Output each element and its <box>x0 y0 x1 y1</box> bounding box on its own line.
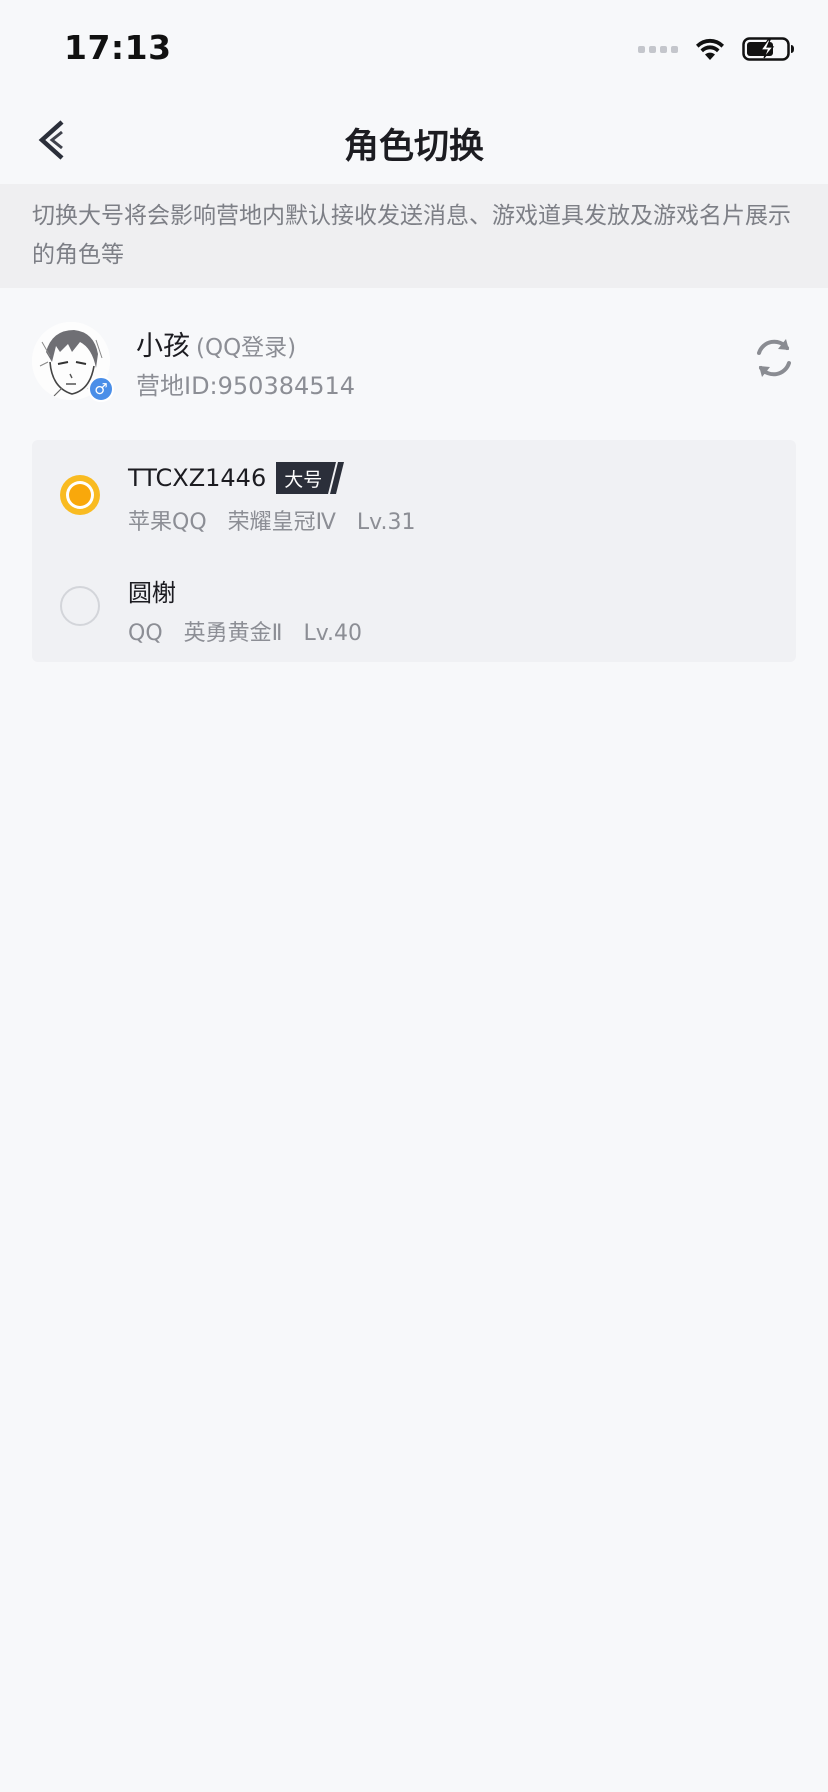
refresh-icon <box>757 339 791 377</box>
radio-selected[interactable] <box>60 475 100 515</box>
account-profile: ♂ 小孩 (QQ登录) 营地ID:950384514 <box>0 312 828 412</box>
profile-name-line: 小孩 (QQ登录) <box>136 324 296 363</box>
role-rank: 英勇黄金Ⅱ <box>183 621 283 646</box>
tag-slash-decoration <box>322 462 345 494</box>
navigation-bar: 角色切换 <box>0 100 828 180</box>
radio-unselected[interactable] <box>60 586 100 626</box>
role-level: Lv.40 <box>303 621 363 646</box>
role-list: TTCXZ1446 大号 苹果QQ 荣耀皇冠Ⅳ Lv.31 圆榭 QQ 英勇黄金… <box>32 440 796 662</box>
role-switch-page: 17:13 角色切换 切换大号将会影响营地内默认接收发送消息、游戏道具发放及游戏… <box>0 0 828 1792</box>
refresh-button[interactable] <box>750 334 798 382</box>
male-gender-badge: ♂ <box>88 376 114 402</box>
role-title-row: TTCXZ1446 大号 <box>128 462 346 494</box>
cellular-signal-icon <box>638 45 678 53</box>
role-meta: 苹果QQ 荣耀皇冠Ⅳ Lv.31 <box>128 504 415 536</box>
main-account-tag: 大号 <box>276 462 346 494</box>
wifi-icon <box>696 38 724 60</box>
status-bar: 17:13 <box>0 0 828 90</box>
notice-banner: 切换大号将会影响营地内默认接收发送消息、游戏道具发放及游戏名片展示的角色等 <box>0 184 828 288</box>
login-method: (QQ登录) <box>196 335 297 361</box>
role-item-ttcxz1446[interactable]: TTCXZ1446 大号 苹果QQ 荣耀皇冠Ⅳ Lv.31 <box>32 440 796 551</box>
role-level: Lv.31 <box>356 510 416 535</box>
profile-name: 小孩 <box>136 331 190 362</box>
role-item-yuanxie[interactable]: 圆榭 QQ 英勇黄金Ⅱ Lv.40 <box>32 551 796 662</box>
role-rank: 荣耀皇冠Ⅳ <box>227 510 336 535</box>
role-title-row: 圆榭 <box>128 573 176 608</box>
status-time: 17:13 <box>64 28 172 67</box>
role-platform: 苹果QQ <box>128 510 207 535</box>
page-title: 角色切换 <box>343 127 484 167</box>
role-meta: QQ 英勇黄金Ⅱ Lv.40 <box>128 615 362 647</box>
battery-charging-icon <box>742 37 794 61</box>
camp-id: 营地ID:950384514 <box>136 372 356 400</box>
main-account-tag-label: 大号 <box>284 468 323 491</box>
role-name: TTCXZ1446 <box>128 464 267 492</box>
status-icons <box>638 34 796 64</box>
role-name: 圆榭 <box>128 579 176 607</box>
role-platform: QQ <box>128 621 163 646</box>
